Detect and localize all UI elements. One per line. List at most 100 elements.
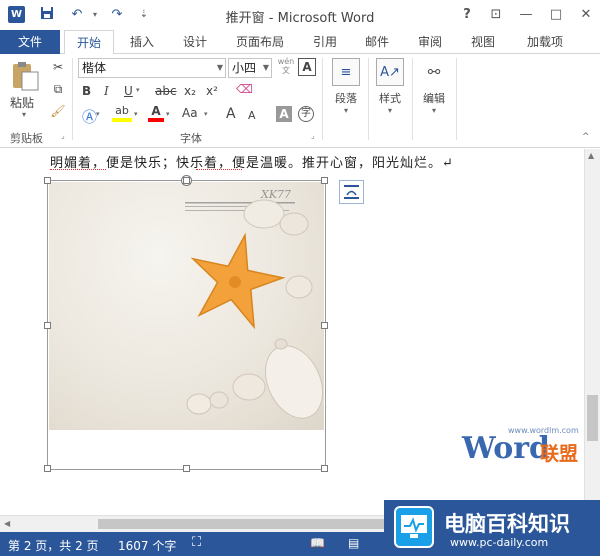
font-color-icon[interactable]: A: [148, 104, 164, 122]
font-size-value: 小四: [232, 61, 257, 75]
chevron-down-icon: ▼: [216, 63, 223, 72]
tab-review[interactable]: 审阅: [410, 30, 450, 54]
vertical-scrollbar[interactable]: ▲: [584, 149, 600, 515]
ribbon-display-options-button[interactable]: ⊡: [485, 5, 507, 25]
word-count[interactable]: 1607 个字: [118, 537, 176, 554]
tab-file[interactable]: 文件: [0, 30, 60, 54]
text-effects-dropdown-icon[interactable]: ▾: [96, 110, 100, 118]
tab-view[interactable]: 视图: [463, 30, 503, 54]
starfish-photo[interactable]: XK77: [49, 182, 324, 430]
change-case-dropdown-icon[interactable]: ▾: [204, 110, 208, 118]
resize-handle-nw[interactable]: [44, 177, 51, 184]
copy-icon[interactable]: ⧉: [50, 82, 66, 97]
vertical-scroll-thumb[interactable]: [587, 395, 598, 441]
paragraph-icon: ≡: [332, 58, 360, 86]
enclose-characters-button[interactable]: 字: [298, 106, 314, 122]
character-border-icon[interactable]: A: [298, 58, 316, 76]
tab-insert[interactable]: 插入: [122, 30, 162, 54]
separator: [322, 58, 323, 140]
underline-button[interactable]: U: [124, 84, 133, 98]
monitor-logo-icon: [394, 506, 434, 548]
pc-daily-cn-text: 电脑百科知识: [444, 512, 570, 536]
resize-handle-n[interactable]: [183, 177, 190, 184]
scroll-left-icon[interactable]: ◀: [4, 519, 10, 528]
page-count[interactable]: 第 2 页，共 2 页: [8, 537, 99, 554]
tab-addins[interactable]: 加载项: [520, 30, 570, 54]
separator: [72, 58, 73, 140]
lianmeng-watermark: 联盟: [540, 443, 579, 465]
image-caption: XK77: [260, 188, 291, 201]
shrink-font-button[interactable]: A: [248, 109, 256, 122]
font-size-select[interactable]: 小四 ▼: [228, 58, 272, 78]
font-launcher-icon[interactable]: ⌟: [311, 131, 315, 140]
phonetic-guide-icon[interactable]: wén 文: [276, 57, 296, 75]
chevron-down-icon: ▾: [431, 106, 436, 115]
tab-references[interactable]: 引用: [305, 30, 345, 54]
grow-font-button[interactable]: A: [226, 106, 236, 122]
word-watermark: Word: [462, 431, 551, 466]
title-bar: W ↶ ▾ ↷ ⇣ 推开窗 - Microsoft Word ? ⊡ — □ ✕: [0, 0, 600, 30]
styles-button[interactable]: A↗ 样式 ▾: [370, 58, 410, 115]
highlight-icon[interactable]: ab: [112, 104, 132, 122]
change-case-button[interactable]: Aa: [182, 106, 198, 120]
resize-handle-e[interactable]: [321, 322, 328, 329]
clear-formatting-icon[interactable]: ⌫: [236, 82, 253, 96]
styles-label: 样式: [379, 92, 401, 105]
separator: [368, 58, 369, 140]
strikethrough-button[interactable]: abc: [155, 84, 177, 98]
subscript-button[interactable]: x₂: [184, 84, 196, 98]
selected-image-frame[interactable]: XK77: [44, 175, 328, 472]
tab-design[interactable]: 设计: [175, 30, 215, 54]
styles-icon: A↗: [376, 58, 404, 86]
paste-button[interactable]: 粘贴: [10, 94, 34, 111]
document-area[interactable]: 明媚着，便是快乐；快乐着，便是温暖。推开心窗，阳光灿烂。↵ XK77 www.w…: [0, 149, 584, 515]
underline-dropdown-icon[interactable]: ▾: [136, 86, 140, 94]
minimize-button[interactable]: —: [515, 5, 537, 25]
spelling-underline: [50, 168, 106, 170]
clipboard-launcher-icon[interactable]: ⌟: [61, 131, 65, 140]
tab-home[interactable]: 开始: [64, 30, 114, 55]
window-title: 推开窗 - Microsoft Word: [225, 11, 375, 26]
character-shading-button[interactable]: A: [276, 106, 292, 122]
ribbon-tabs: 文件 开始 插入 设计 页面布局 引用 邮件 审阅 视图 加载项: [0, 30, 600, 55]
layout-options-button[interactable]: [339, 180, 364, 204]
tab-page-layout[interactable]: 页面布局: [230, 30, 290, 54]
spelling-underline: [196, 168, 242, 170]
print-layout-icon[interactable]: ▤: [348, 536, 359, 550]
help-button[interactable]: ?: [456, 5, 478, 25]
tab-mailings[interactable]: 邮件: [357, 30, 397, 54]
pc-daily-watermark: 电脑百科知识 www.pc-daily.com: [384, 500, 600, 556]
chevron-down-icon: ▾: [387, 106, 392, 115]
separator: [412, 58, 413, 140]
font-color-dropdown-icon[interactable]: ▾: [166, 110, 170, 118]
paragraph-button[interactable]: ≡ 段落 ▾: [326, 58, 366, 115]
clipboard-group-label: 剪贴板: [10, 132, 43, 145]
document-text-line[interactable]: 明媚着，便是快乐；快乐着，便是温暖。推开心窗，阳光灿烂。↵: [50, 152, 454, 171]
italic-button[interactable]: I: [104, 84, 109, 98]
close-button[interactable]: ✕: [575, 5, 597, 25]
resize-handle-sw[interactable]: [44, 465, 51, 472]
proofing-icon[interactable]: ⛶: [192, 535, 201, 550]
pc-daily-url: www.pc-daily.com: [450, 536, 549, 549]
highlight-dropdown-icon[interactable]: ▾: [134, 110, 138, 118]
scroll-up-icon[interactable]: ▲: [588, 151, 594, 160]
restore-button[interactable]: □: [545, 5, 567, 25]
horizontal-scroll-thumb[interactable]: [98, 519, 398, 529]
cut-icon[interactable]: ✂: [50, 60, 66, 74]
collapse-ribbon-icon[interactable]: ^: [582, 132, 590, 142]
editing-button[interactable]: ⚯ 编辑 ▾: [414, 58, 454, 115]
read-mode-icon[interactable]: 📖: [310, 536, 325, 550]
paste-dropdown-icon[interactable]: ▾: [22, 110, 26, 119]
text-effects-icon[interactable]: Ⓐ: [82, 106, 97, 127]
font-family-select[interactable]: 楷体 ▼: [78, 58, 226, 78]
resize-handle-w[interactable]: [44, 322, 51, 329]
resize-handle-se[interactable]: [321, 465, 328, 472]
resize-handle-ne[interactable]: [321, 177, 328, 184]
resize-handle-s[interactable]: [183, 465, 190, 472]
paste-icon[interactable]: [8, 60, 42, 92]
superscript-button[interactable]: x²: [206, 84, 218, 98]
bold-button[interactable]: B: [82, 84, 91, 98]
layout-options-icon: [344, 185, 359, 199]
format-painter-icon[interactable]: 🖌: [50, 104, 66, 118]
ribbon: 粘贴 ▾ ✂ ⧉ 🖌 剪贴板 ⌟ 楷体 ▼ 小四 ▼ wén 文 A B I U ▾ …: [0, 54, 600, 148]
